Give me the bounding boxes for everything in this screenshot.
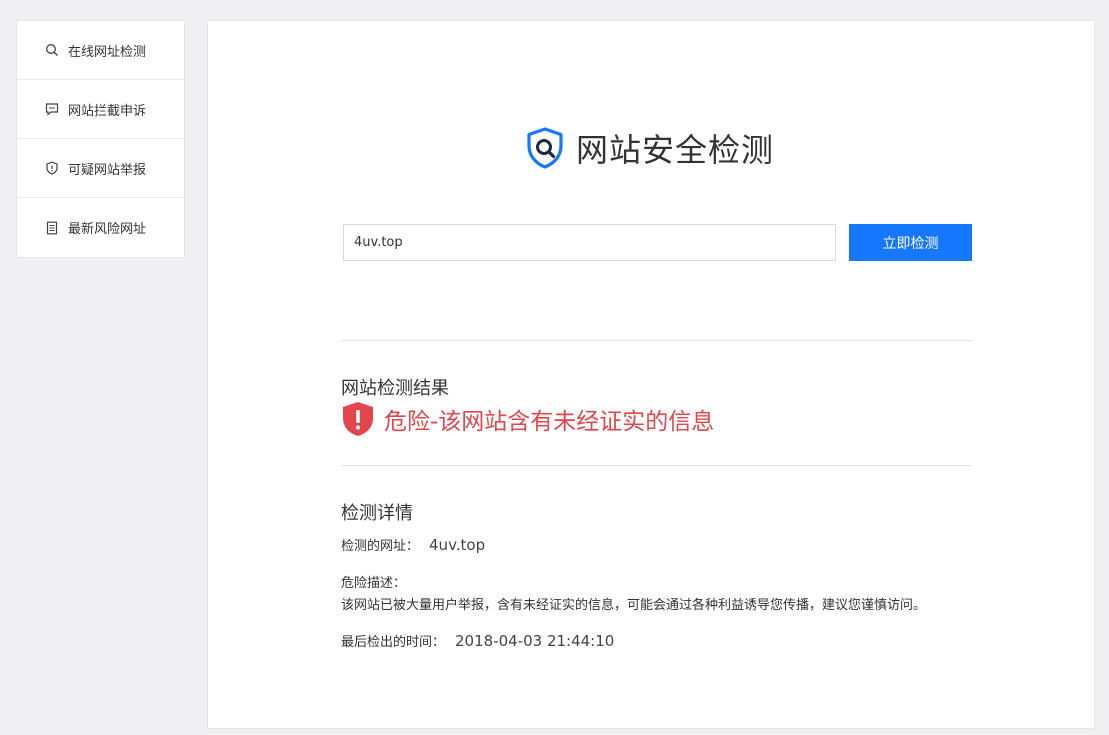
danger-description-label: 危险描述： — [341, 576, 407, 591]
sidebar-nav: 在线网址检测 网站拦截申诉 可疑网站举报 最新风险网址 — [16, 20, 185, 258]
sidebar-item-url-check[interactable]: 在线网址检测 — [17, 21, 184, 80]
shield-search-logo — [527, 127, 563, 169]
result-status-text: 危险-该网站含有未经证实的信息 — [384, 409, 715, 435]
document-icon — [45, 221, 59, 235]
sidebar-item-label: 可疑网站举报 — [68, 162, 147, 178]
divider — [341, 340, 972, 341]
check-now-button[interactable]: 立即检测 — [849, 224, 972, 261]
last-detected-time-row: 最后检出的时间： 2018-04-03 21:44:10 — [341, 631, 614, 650]
last-detected-time-label: 最后检出的时间： — [341, 635, 446, 650]
details-heading: 检测详情 — [341, 503, 413, 524]
sidebar-item-label: 在线网址检测 — [68, 44, 147, 60]
main-panel: 网站安全检测 立即检测 网站检测结果 危险-该网站含有未经证实的信息 检测详情 … — [207, 20, 1095, 729]
detected-url-row: 检测的网址： 4uv.top — [341, 535, 485, 554]
url-input[interactable] — [343, 224, 836, 261]
sidebar-item-latest-risk[interactable]: 最新风险网址 — [17, 198, 184, 257]
result-heading: 网站检测结果 — [341, 378, 449, 399]
search-icon — [45, 43, 59, 57]
sidebar-item-appeal[interactable]: 网站拦截申诉 — [17, 80, 184, 139]
detected-url-value: 4uv.top — [429, 536, 486, 554]
page-title: 网站安全检测 — [576, 131, 775, 169]
shield-icon — [45, 161, 59, 175]
warning-shield-icon — [343, 402, 373, 436]
sidebar-item-label: 最新风险网址 — [68, 222, 147, 237]
detected-url-label: 检测的网址： — [341, 539, 420, 554]
danger-description-text: 该网站已被大量用户举报，含有未经证实的信息，可能会通过各种利益诱导您传播，建议您… — [341, 598, 927, 613]
result-status: 危险-该网站含有未经证实的信息 — [341, 401, 714, 437]
brand-header: 网站安全检测 — [522, 125, 774, 171]
sidebar-item-label: 网站拦截申诉 — [68, 103, 147, 119]
sidebar-item-report[interactable]: 可疑网站举报 — [17, 139, 184, 198]
chat-icon — [45, 102, 59, 116]
divider — [341, 465, 972, 466]
last-detected-time-value: 2018-04-03 21:44:10 — [455, 632, 615, 650]
